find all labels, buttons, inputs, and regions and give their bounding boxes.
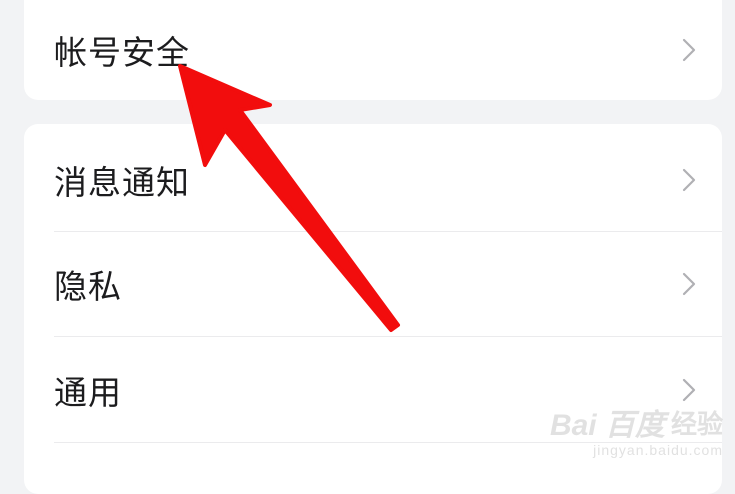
settings-row-notifications[interactable]: 消息通知: [24, 128, 722, 232]
row-label: 隐私: [54, 267, 122, 306]
settings-card-account: 帐号安全: [24, 0, 722, 100]
watermark-url: jingyan.baidu.com: [593, 442, 723, 458]
settings-row-privacy[interactable]: 隐私: [24, 232, 722, 336]
chevron-right-icon: [682, 272, 696, 296]
row-label: 帐号安全: [54, 33, 190, 72]
row-label: 消息通知: [54, 163, 190, 202]
watermark: Bai 百度 经验 jingyan.baidu.com: [550, 400, 723, 458]
chevron-right-icon: [682, 378, 696, 402]
divider: [54, 336, 722, 337]
settings-row-account-security[interactable]: 帐号安全: [24, 0, 722, 100]
watermark-text: 经验: [670, 409, 723, 440]
watermark-logo: Bai 百度: [549, 409, 665, 442]
chevron-right-icon: [682, 38, 696, 62]
chevron-right-icon: [682, 168, 696, 192]
row-label: 通用: [54, 373, 122, 412]
